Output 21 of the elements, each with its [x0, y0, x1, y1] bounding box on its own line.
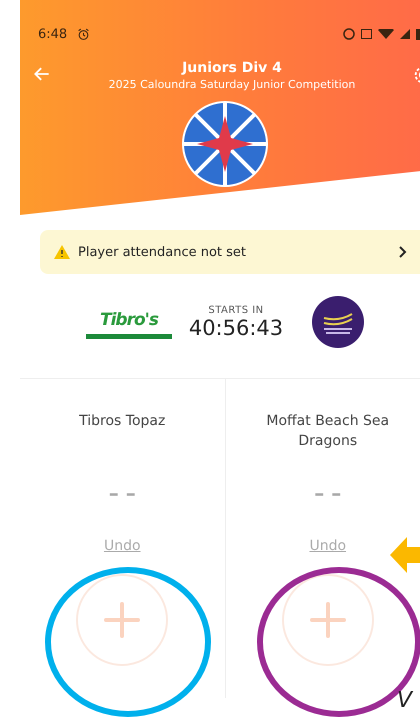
- chevron-right-icon: [398, 246, 408, 258]
- team-score: – –: [108, 481, 136, 505]
- team-score: – –: [314, 481, 342, 505]
- page-title: Juniors Div 4: [182, 60, 282, 76]
- status-time: 6:48: [38, 26, 68, 42]
- competition-logo-icon: [182, 101, 268, 187]
- team-name: Tibros Topaz: [78, 412, 166, 431]
- wifi-icon: [378, 29, 394, 39]
- annotation-text: V: [397, 688, 414, 714]
- away-team-logo-icon: [312, 296, 364, 348]
- team-name: Moffat Beach Sea Dragons: [265, 412, 390, 451]
- undo-link[interactable]: Undo: [309, 538, 346, 554]
- page-subtitle: 2025 Caloundra Saturday Junior Competition: [108, 78, 356, 91]
- signal-icon: [400, 29, 410, 39]
- warning-icon: [54, 245, 70, 259]
- attendance-alert[interactable]: Player attendance not set: [40, 230, 420, 274]
- countdown-timer: 40:56:43: [188, 316, 284, 340]
- undo-link[interactable]: Undo: [104, 538, 141, 554]
- countdown-label: STARTS IN: [208, 304, 264, 316]
- plus-icon: [104, 602, 140, 638]
- plus-icon: [310, 602, 346, 638]
